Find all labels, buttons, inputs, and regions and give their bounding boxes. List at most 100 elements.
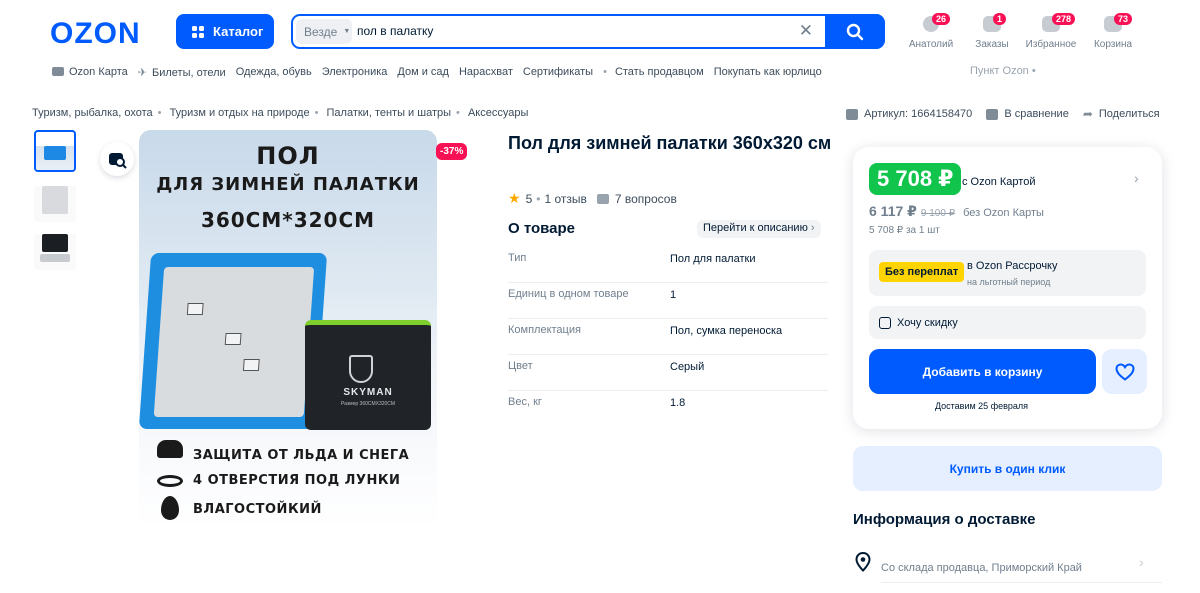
- spec-row: Тип Пол для палатки: [508, 247, 828, 283]
- search-button[interactable]: [825, 14, 885, 49]
- compare-icon: [986, 108, 999, 120]
- image-headline: 360СМ*320СМ: [200, 208, 376, 232]
- plane-icon: ✈: [137, 66, 147, 79]
- delivery-date: Доставим 25 февраля: [934, 401, 1029, 411]
- profile-link[interactable]: 26 Анатолий: [901, 13, 961, 50]
- subnav-business[interactable]: Покупать как юрлицо: [714, 66, 822, 78]
- feature-text: ЗАЩИТА ОТ ЛЬДА И СНЕГА: [193, 448, 410, 463]
- pickup-point[interactable]: Пункт Ozon •: [970, 65, 1036, 77]
- carry-bag-illustration: SKYMAN Размер 360СМХ320СМ: [305, 320, 431, 430]
- copy-icon: [846, 108, 858, 120]
- drop-icon: [161, 496, 179, 520]
- regular-price: 6 117 ₽: [869, 203, 917, 219]
- price-without-card: 6 117 ₽ 9 100 ₽ без Ozon Карты: [869, 203, 1044, 220]
- subnav-electronics[interactable]: Электроника: [322, 66, 388, 78]
- clear-icon[interactable]: ✕: [799, 21, 813, 41]
- installment-block[interactable]: Без переплат в Ozon Рассрочку на льготны…: [869, 250, 1146, 296]
- chevron-right-icon[interactable]: ›: [1134, 170, 1139, 186]
- spec-value: Пол, сумка переноска: [670, 325, 783, 337]
- installment-title: в Ozon Рассрочку: [967, 260, 1058, 272]
- snowflake-icon: [157, 440, 183, 458]
- product-meta: Артикул: 1664158470 В сравнение ➦ Поделит…: [846, 107, 1174, 121]
- orders-badge: 1: [993, 13, 1007, 25]
- add-to-cart-button[interactable]: Добавить в корзину: [869, 349, 1096, 394]
- thumbnail-3[interactable]: [34, 228, 76, 270]
- product-title: Пол для зимней палатки 360х320 см: [508, 133, 832, 153]
- ozon-logo[interactable]: OZON: [50, 16, 158, 48]
- delivery-source[interactable]: Со склада продавца, Приморский Край: [881, 562, 1082, 574]
- thumbnail-1[interactable]: [34, 130, 76, 172]
- share-link[interactable]: ➦ Поделиться: [1083, 107, 1160, 121]
- cart-badge: 73: [1114, 13, 1133, 25]
- tent-floor-illustration: [139, 253, 328, 429]
- no-card-label: без Ozon Карты: [963, 207, 1044, 219]
- spec-value: 1: [670, 289, 677, 301]
- card-price[interactable]: 5 708 ₽: [869, 163, 962, 195]
- cart-link[interactable]: 73 Корзина: [1083, 13, 1143, 50]
- sub-navigation: Ozon Карта ✈ Билеты, отели Одежда, обувь …: [52, 64, 832, 80]
- breadcrumb-item[interactable]: Аксессуары: [468, 107, 528, 119]
- catalog-label: Каталог: [213, 24, 264, 39]
- breadcrumb-item[interactable]: Палатки, тенты и шатры: [327, 107, 452, 119]
- feature-text: ВЛАГОСТОЙКИЙ: [193, 502, 322, 517]
- search-scope-select[interactable]: Везде ▼: [296, 19, 352, 44]
- subnav-clothing[interactable]: Одежда, обувь: [236, 66, 312, 78]
- subnav-certificates[interactable]: Сертификаты: [523, 66, 593, 78]
- questions-icon: [596, 193, 609, 204]
- share-icon: ➦: [1082, 107, 1093, 121]
- reviews-link[interactable]: 1 отзыв: [544, 192, 586, 206]
- profile-label: Анатолий: [908, 39, 954, 50]
- caret-down-icon: ▼: [343, 28, 351, 35]
- divider: [881, 582, 1162, 583]
- search-input[interactable]: пол в палатку: [357, 24, 433, 38]
- breadcrumb-item[interactable]: Туризм и отдых на природе: [170, 107, 310, 119]
- spec-value: Серый: [670, 361, 705, 373]
- grid-icon: [192, 25, 204, 38]
- compare-label: В сравнение: [1004, 108, 1069, 120]
- discount-badge: -37%: [436, 143, 468, 160]
- favorites-badge: 278: [1052, 13, 1076, 25]
- spec-row: Вес, кг 1.8: [508, 391, 828, 427]
- spec-row: Комплектация Пол, сумка переноска: [508, 319, 828, 355]
- favorite-button[interactable]: [1102, 349, 1147, 394]
- subnav-become-seller[interactable]: Стать продавцом: [615, 66, 704, 78]
- buy-one-click-button[interactable]: Купить в один клик: [853, 446, 1162, 491]
- bag-brand: SKYMAN: [343, 387, 393, 398]
- chevron-right-icon: ›: [810, 222, 815, 234]
- compare-link[interactable]: В сравнение: [986, 108, 1069, 120]
- discount-icon: [879, 316, 891, 329]
- subnav-ozon-card[interactable]: Ozon Карта: [52, 66, 128, 78]
- product-image[interactable]: ПОЛ ДЛЯ ЗИМНЕЙ ПАЛАТКИ 360СМ*320СМ SKYMA…: [139, 130, 437, 529]
- dot-separator: •: [536, 191, 541, 206]
- breadcrumb-item[interactable]: Туризм, рыбалка, охота: [32, 107, 153, 119]
- spec-key: Цвет: [508, 360, 533, 372]
- spec-value: Пол для палатки: [670, 253, 756, 265]
- about-title: О товаре: [508, 220, 576, 237]
- goto-description-button[interactable]: Перейти к описанию ›: [697, 220, 821, 238]
- thumbnail-2[interactable]: [34, 180, 76, 222]
- orders-link[interactable]: 1 Заказы: [962, 13, 1022, 50]
- spec-value: 1.8: [670, 397, 686, 409]
- subnav-tickets[interactable]: ✈ Билеты, отели: [138, 66, 226, 79]
- spec-key: Единиц в одном товаре: [508, 288, 629, 300]
- subnav-bestsellers[interactable]: Нарасхват: [459, 66, 513, 78]
- image-search-icon: [109, 153, 127, 169]
- rating-value[interactable]: 5: [526, 192, 533, 206]
- spec-key: Комплектация: [508, 324, 581, 336]
- logo-text: OZON: [50, 17, 141, 48]
- image-search-button[interactable]: [100, 142, 134, 176]
- card-icon: [52, 67, 64, 76]
- price-per-unit: 5 708 ₽ за 1 шт: [869, 225, 940, 236]
- want-discount-button[interactable]: Хочу скидку: [869, 306, 1146, 339]
- subnav-home-garden[interactable]: Дом и сад: [397, 66, 449, 78]
- spec-key: Тип: [508, 252, 527, 264]
- catalog-button[interactable]: Каталог: [176, 14, 274, 49]
- favorites-link[interactable]: 278 Избранное: [1021, 13, 1081, 50]
- pickup-label: Пункт Ozon: [970, 65, 1029, 77]
- card-price-label: с Ozon Картой: [962, 176, 1036, 188]
- questions-link[interactable]: 7 вопросов: [615, 192, 677, 206]
- ring-icon: [157, 475, 183, 487]
- bag-size: Размер 360СМХ320СМ: [340, 401, 396, 407]
- article-number[interactable]: Артикул: 1664158470: [846, 108, 972, 120]
- chevron-right-icon[interactable]: ›: [1139, 554, 1144, 570]
